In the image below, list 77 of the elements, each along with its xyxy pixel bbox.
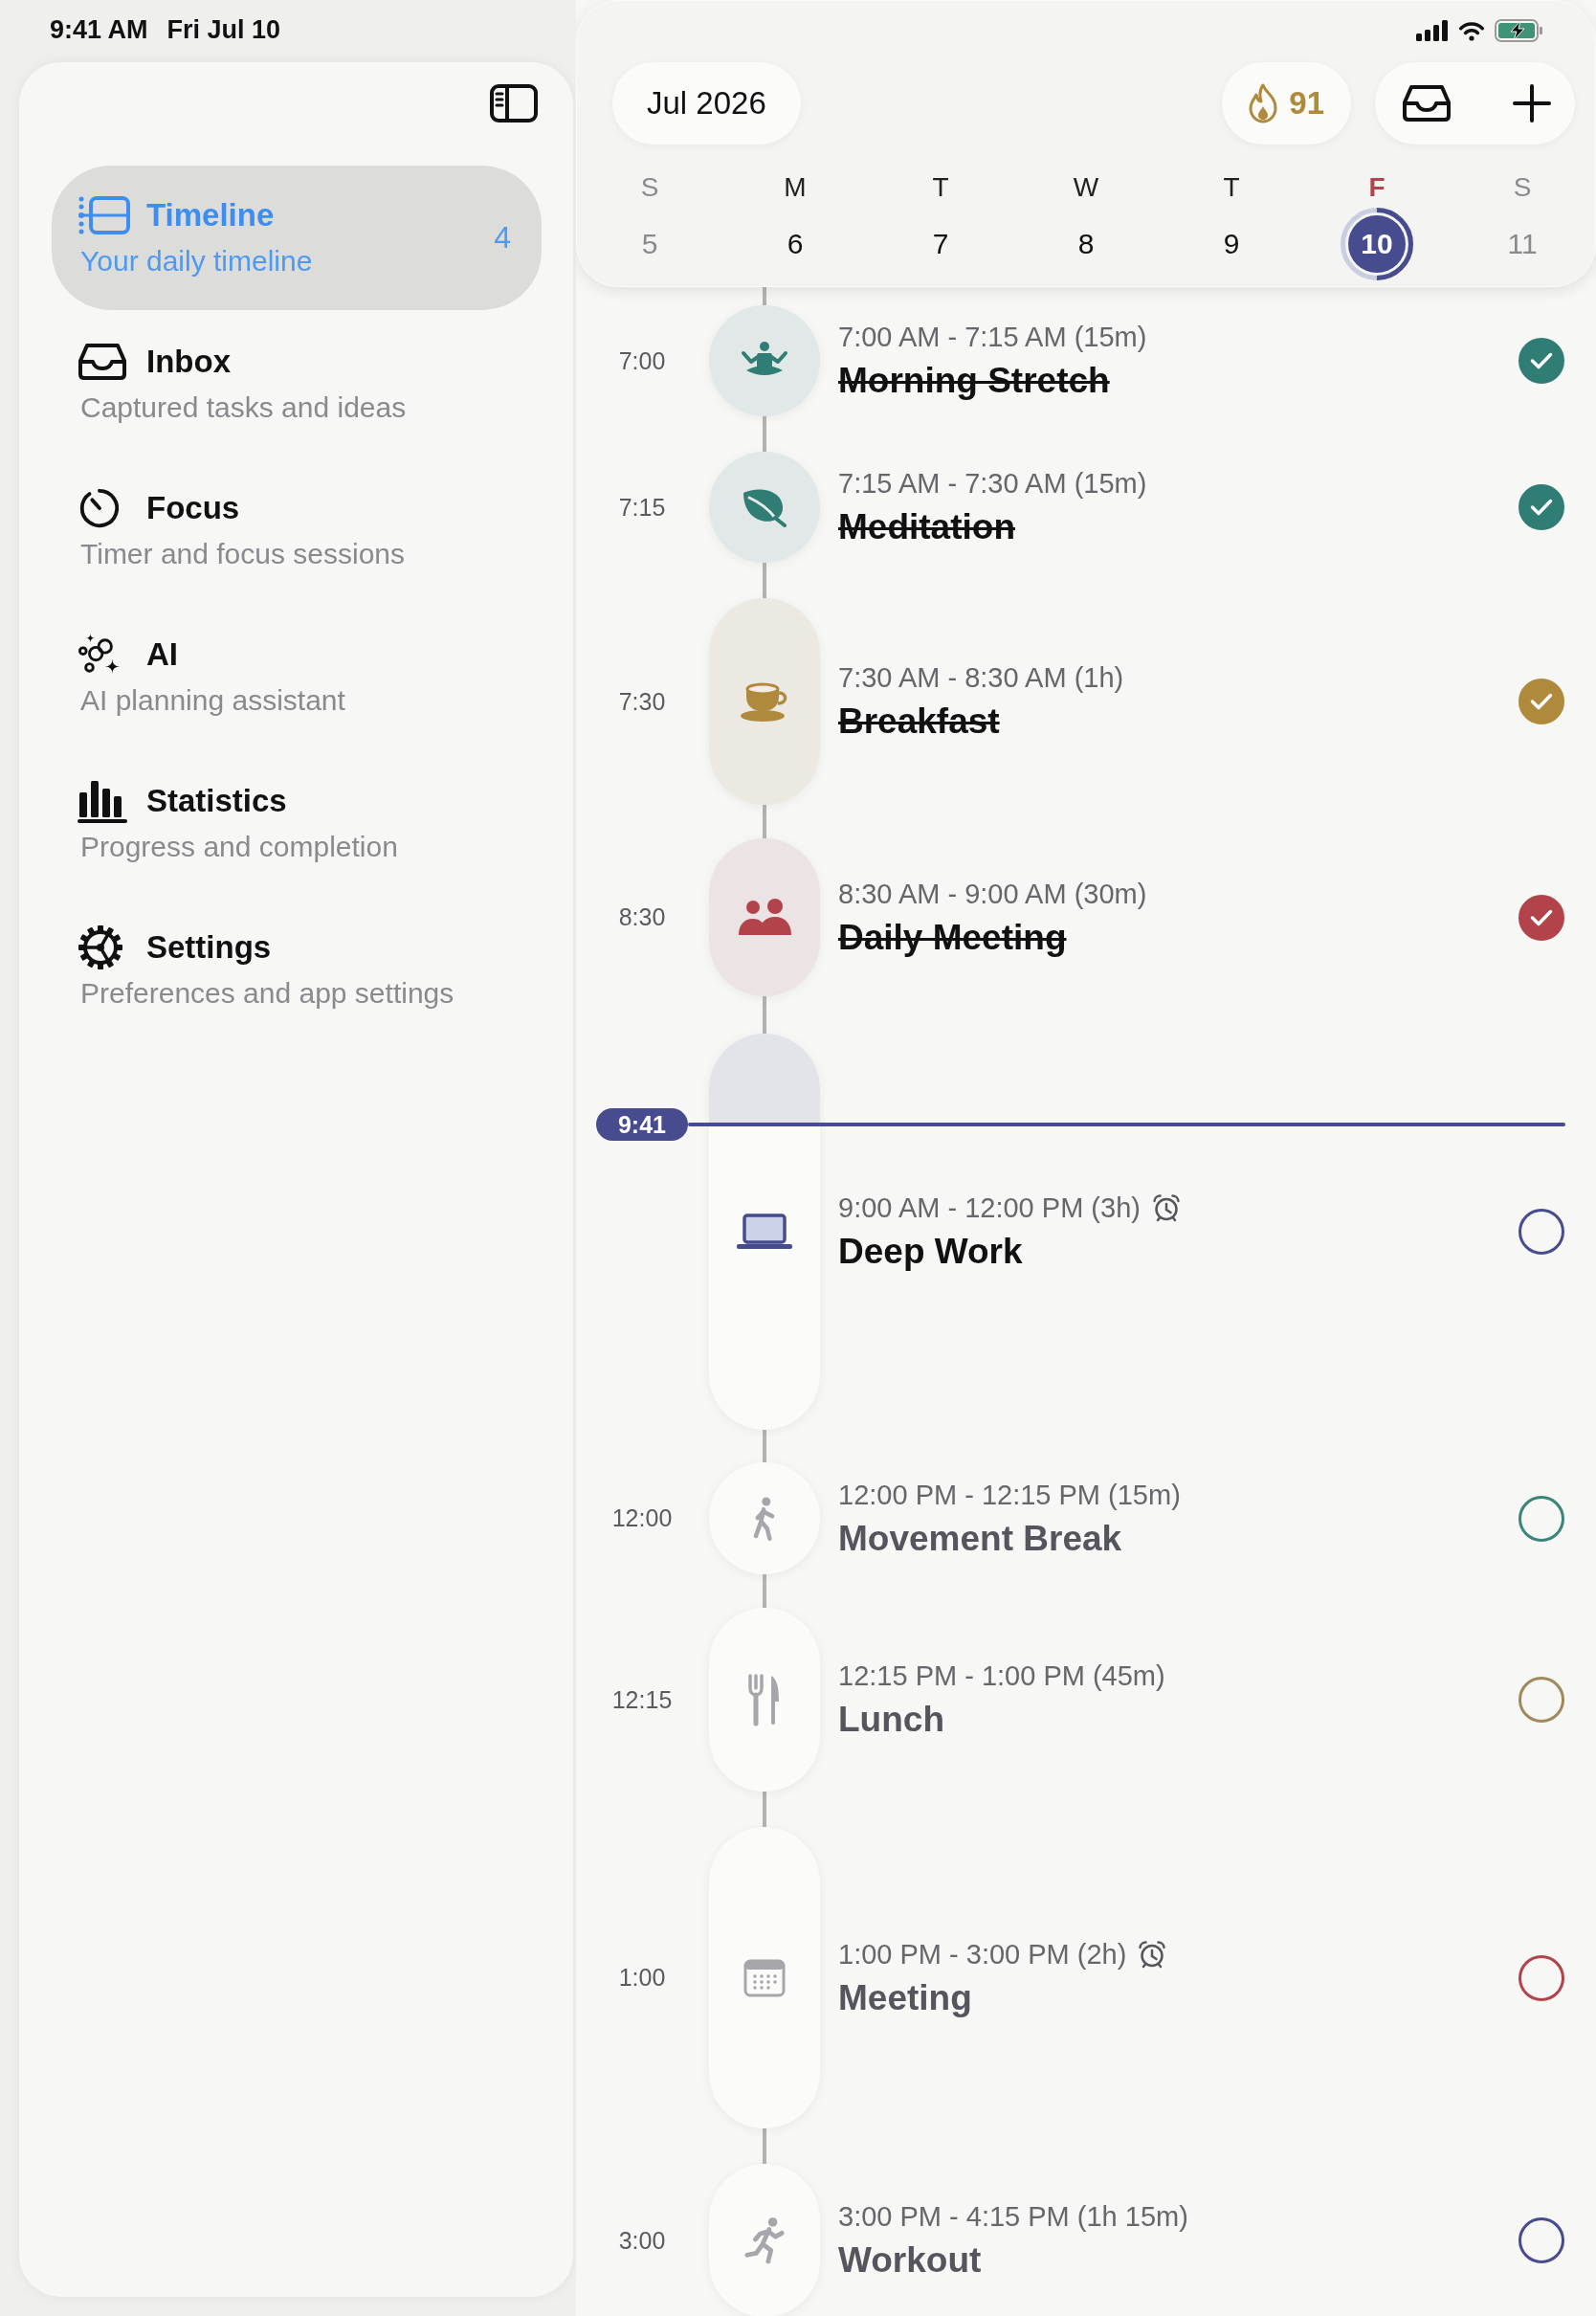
time-label: 7:00 (617, 346, 667, 375)
sidebar-item[interactable]: Inbox Captured tasks and ideas (52, 312, 542, 457)
fork-and-knife-icon (747, 1673, 782, 1726)
checkmark-icon (1530, 908, 1553, 926)
timeline-icon (78, 195, 131, 235)
month-button[interactable]: Jul 2026 (612, 62, 801, 145)
weekday-label: W (1073, 171, 1099, 204)
time-range: 9:00 AM - 12:00 PM (3h) (838, 1191, 1141, 1225)
current-time-badge: 9:41 (596, 1108, 688, 1142)
inbox-icon[interactable] (1402, 84, 1452, 122)
weekday-label: F (1368, 171, 1385, 204)
gear-icon (78, 924, 123, 970)
completion-checkbox[interactable] (1518, 1677, 1564, 1723)
weekday-label: S (1513, 171, 1532, 204)
time-range: 1:00 PM - 3:00 PM (2h) (838, 1937, 1127, 1971)
time-range: 12:15 PM - 1:00 PM (45m) (838, 1659, 1165, 1693)
weekday-label: T (1223, 171, 1240, 204)
checkmark-icon (1530, 499, 1553, 516)
completion-checkbox[interactable] (1518, 894, 1564, 941)
sidebar-item[interactable]: Settings Preferences and app settings (52, 898, 542, 1042)
event-title: Morning Stretch (838, 360, 1110, 402)
wifi-icon (1457, 19, 1486, 41)
event-title: Meditation (838, 506, 1015, 548)
battery-icon (1495, 18, 1544, 42)
sparkles-icon (78, 634, 122, 676)
calendar-icon (743, 1958, 786, 1997)
event-title: Workout (838, 2239, 982, 2282)
time-range: 7:30 AM - 8:30 AM (1h) (838, 661, 1124, 695)
status-date: Fri Jul 10 (166, 14, 281, 45)
sidebar-item[interactable]: Statistics Progress and completion (52, 751, 542, 896)
laptop-icon (736, 1214, 793, 1250)
completion-checkbox[interactable] (1518, 338, 1564, 384)
time-label: 1:00 (617, 1964, 667, 1992)
time-range: 7:00 AM - 7:15 AM (15m) (838, 321, 1147, 354)
event-title: Deep Work (838, 1231, 1023, 1273)
leaf-icon (741, 487, 788, 527)
event-title: Daily Meeting (838, 916, 1067, 959)
sidebar-toggle-icon[interactable] (490, 84, 538, 122)
sidebar-item[interactable]: Focus Timer and focus sessions (52, 458, 542, 603)
weekday-label: M (784, 171, 807, 204)
completion-checkbox[interactable] (1518, 679, 1564, 724)
day-number[interactable]: 9 (1203, 215, 1260, 273)
time-label: 12:00 (610, 1504, 674, 1532)
day-number[interactable]: 10 (1348, 215, 1406, 273)
time-range: 3:00 PM - 4:15 PM (1h 15m) (838, 2200, 1188, 2234)
bar-chart-icon (78, 779, 127, 823)
completion-checkbox[interactable] (1518, 2217, 1564, 2263)
weekday-label: T (932, 171, 949, 204)
checkmark-icon (1530, 352, 1553, 369)
time-label: 8:30 (617, 903, 667, 931)
completion-checkbox[interactable] (1518, 1209, 1564, 1255)
completion-checkbox[interactable] (1518, 1954, 1564, 2001)
completion-checkbox[interactable] (1518, 484, 1564, 530)
time-label: 7:15 (617, 493, 667, 522)
event-title: Lunch (838, 1699, 944, 1741)
event-title: Movement Break (838, 1517, 1122, 1560)
completion-checkbox[interactable] (1518, 1495, 1564, 1542)
day-number[interactable]: 6 (766, 215, 824, 273)
time-range: 7:15 AM - 7:30 AM (15m) (838, 467, 1147, 501)
time-label: 3:00 (617, 2226, 667, 2255)
time-label: 7:30 (617, 687, 667, 716)
timer-icon (78, 486, 122, 530)
sidebar-item[interactable]: AI AI planning assistant (52, 605, 542, 749)
time-label: 12:15 (610, 1685, 674, 1714)
time-range: 8:30 AM - 9:00 AM (30m) (838, 877, 1147, 911)
running-figure-icon (744, 2216, 785, 2264)
time-range: 12:00 PM - 12:15 PM (15m) (838, 1478, 1181, 1512)
status-time: 9:41 AM (50, 14, 148, 45)
tray-icon (78, 343, 127, 381)
checkmark-icon (1530, 693, 1553, 710)
weekday-label: S (640, 171, 659, 204)
event-title: Breakfast (838, 701, 1000, 743)
event-title: Meeting (838, 1976, 972, 2019)
day-number[interactable]: 8 (1057, 215, 1115, 273)
day-number[interactable]: 7 (912, 215, 969, 273)
signal-icon (1416, 19, 1449, 41)
people-icon (737, 898, 792, 937)
